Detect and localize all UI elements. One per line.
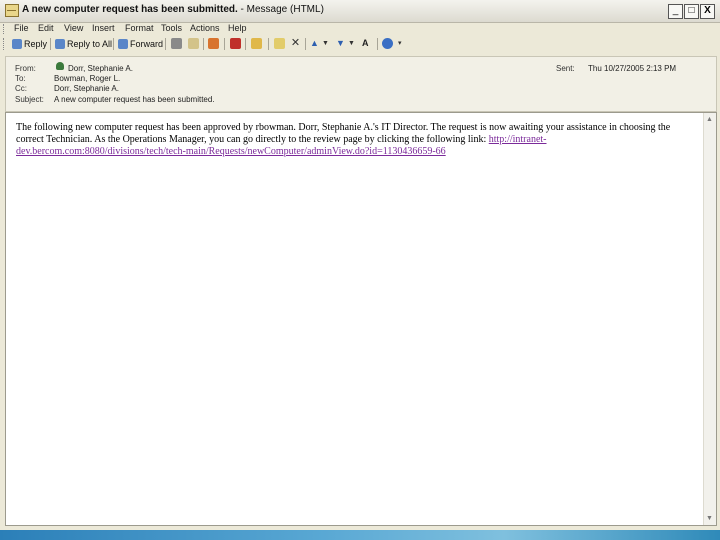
body-paragraph: The following new computer request has b… xyxy=(16,122,686,158)
menu-insert[interactable]: Insert xyxy=(92,23,115,33)
open-folder-icon[interactable] xyxy=(251,38,262,49)
toolbar-separator xyxy=(50,38,51,50)
toolbar-separator xyxy=(305,38,306,50)
reply-label: Reply xyxy=(24,38,48,49)
reply-all-icon xyxy=(55,38,65,49)
reply-all-button[interactable]: Reply to All xyxy=(55,37,112,50)
menu-file[interactable]: File xyxy=(14,23,29,33)
forward-button[interactable]: Forward xyxy=(118,37,163,50)
delete-icon[interactable]: ✕ xyxy=(290,38,301,49)
envelope-icon xyxy=(5,4,19,17)
sent-label: Sent: xyxy=(556,64,575,73)
previous-dropdown-icon[interactable]: ▼ xyxy=(322,38,333,49)
menu-help[interactable]: Help xyxy=(228,23,247,33)
reply-icon xyxy=(12,38,22,49)
toolbar-separator xyxy=(268,38,269,50)
subject-label: Subject: xyxy=(15,95,44,104)
window-title-subject: A new computer request has been submitte… xyxy=(22,4,238,15)
font-size-icon[interactable]: A xyxy=(362,38,373,49)
reply-all-label: Reply to All xyxy=(67,38,113,49)
minimize-button[interactable]: _ xyxy=(668,4,683,19)
message-header: From: Dorr, Stephanie A. To: Bowman, Rog… xyxy=(5,56,717,112)
previous-item-icon[interactable]: ▲ xyxy=(310,38,321,49)
menu-format[interactable]: Format xyxy=(125,23,154,33)
message-window: A new computer request has been submitte… xyxy=(0,0,720,530)
toolbar-separator xyxy=(377,38,378,50)
toolbar-separator xyxy=(113,38,114,50)
vertical-scrollbar[interactable]: ▲ ▼ xyxy=(703,113,716,525)
next-dropdown-icon[interactable]: ▼ xyxy=(348,38,359,49)
toolbar-separator xyxy=(203,38,204,50)
forward-icon xyxy=(118,38,128,49)
help-icon[interactable] xyxy=(382,38,393,49)
from-value[interactable]: Dorr, Stephanie A. xyxy=(68,64,133,73)
taskbar xyxy=(0,530,720,540)
close-button[interactable]: X xyxy=(700,4,715,19)
menu-tools[interactable]: Tools xyxy=(161,23,182,33)
menu-view[interactable]: View xyxy=(64,23,83,33)
scroll-up-icon[interactable]: ▲ xyxy=(705,115,714,124)
subject-value: A new computer request has been submitte… xyxy=(54,95,215,104)
window-title: A new computer request has been submitte… xyxy=(22,4,324,15)
move-to-folder-icon[interactable] xyxy=(188,38,199,49)
cc-label: Cc: xyxy=(15,84,27,93)
cc-value[interactable]: Dorr, Stephanie A. xyxy=(54,84,119,93)
reply-button[interactable]: Reply xyxy=(12,37,47,50)
body-text: The following new computer request has b… xyxy=(16,122,671,145)
window-title-suffix: - Message (HTML) xyxy=(237,4,324,15)
menu-bar: File Edit View Insert Format Tools Actio… xyxy=(0,22,720,36)
from-label: From: xyxy=(15,64,36,73)
menu-grip-handle[interactable] xyxy=(3,24,6,34)
print-icon[interactable] xyxy=(171,38,182,49)
toolbar-separator xyxy=(245,38,246,50)
junk-mail-icon[interactable] xyxy=(208,38,219,49)
scroll-down-icon[interactable]: ▼ xyxy=(705,514,714,523)
toolbar-grip-handle[interactable] xyxy=(3,38,6,50)
message-body[interactable]: The following new computer request has b… xyxy=(5,112,717,526)
to-label: To: xyxy=(15,74,26,83)
standard-toolbar: Reply Reply to All Forward ✕ ▲ ▼ ▼ ▼ A ▾ xyxy=(0,36,720,52)
toolbar-separator xyxy=(165,38,166,50)
menu-edit[interactable]: Edit xyxy=(38,23,54,33)
next-item-icon[interactable]: ▼ xyxy=(336,38,347,49)
title-bar: A new computer request has been submitte… xyxy=(0,0,720,23)
maximize-button[interactable]: □ xyxy=(684,4,699,19)
follow-up-flag-icon[interactable] xyxy=(230,38,241,49)
forward-label: Forward xyxy=(130,38,164,49)
address-book-icon[interactable] xyxy=(274,38,285,49)
to-value[interactable]: Bowman, Roger L. xyxy=(54,74,120,83)
toolbar-separator xyxy=(224,38,225,50)
toolbar-options-icon[interactable]: ▾ xyxy=(398,38,409,49)
person-icon xyxy=(56,62,64,70)
sent-value: Thu 10/27/2005 2:13 PM xyxy=(588,64,677,73)
menu-actions[interactable]: Actions xyxy=(190,23,220,33)
